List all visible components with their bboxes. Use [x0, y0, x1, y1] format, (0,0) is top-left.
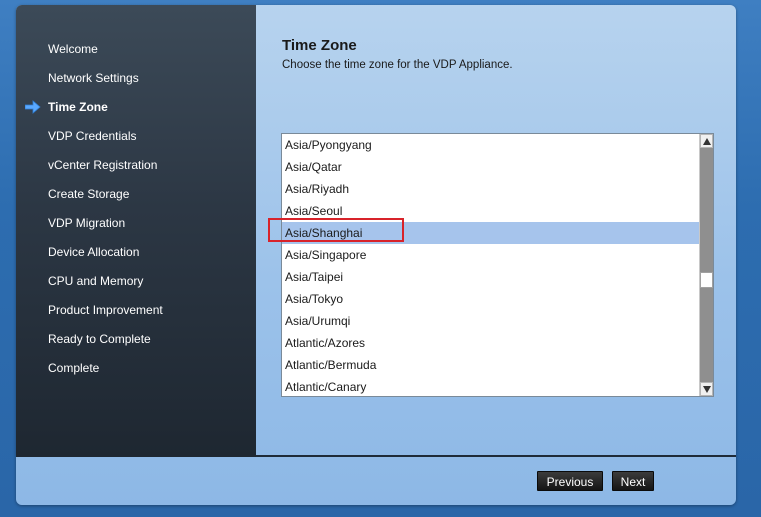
- sidebar-item-create-storage[interactable]: Create Storage: [48, 184, 129, 204]
- scroll-down-button[interactable]: [700, 382, 713, 396]
- wizard-sidebar: Welcome Network Settings Time Zone VDP C…: [16, 5, 256, 457]
- scroll-track-upper[interactable]: [700, 148, 713, 272]
- list-scrollbar[interactable]: [699, 134, 713, 396]
- sidebar-item-label: Time Zone: [48, 100, 108, 114]
- sidebar-item-label: Device Allocation: [48, 245, 140, 259]
- sidebar-item-label: Complete: [48, 361, 100, 375]
- sidebar-item-label: VDP Credentials: [48, 129, 137, 143]
- sidebar-item-time-zone[interactable]: Time Zone: [25, 97, 108, 117]
- sidebar-item-label: vCenter Registration: [48, 158, 158, 172]
- timezone-list: Asia/Pyongyang Asia/Qatar Asia/Riyadh As…: [282, 134, 701, 396]
- triangle-up-icon: [703, 138, 711, 145]
- sidebar-item-label: Product Improvement: [48, 303, 163, 317]
- list-item[interactable]: Atlantic/Bermuda: [282, 354, 701, 376]
- sidebar-item-ready-to-complete[interactable]: Ready to Complete: [48, 329, 151, 349]
- sidebar-item-cpu-and-memory[interactable]: CPU and Memory: [48, 271, 143, 291]
- next-button[interactable]: Next: [612, 471, 654, 491]
- wizard-panel: Welcome Network Settings Time Zone VDP C…: [16, 5, 736, 505]
- list-item[interactable]: Asia/Tokyo: [282, 288, 701, 310]
- sidebar-item-vdp-migration[interactable]: VDP Migration: [48, 213, 125, 233]
- sidebar-item-vcenter-registration[interactable]: vCenter Registration: [48, 155, 157, 175]
- sidebar-item-vdp-credentials[interactable]: VDP Credentials: [48, 126, 137, 146]
- footer-divider: [256, 455, 736, 457]
- previous-button[interactable]: Previous: [537, 471, 603, 491]
- list-item[interactable]: Asia/Riyadh: [282, 178, 701, 200]
- scroll-track-lower[interactable]: [700, 288, 713, 382]
- timezone-listbox[interactable]: Asia/Pyongyang Asia/Qatar Asia/Riyadh As…: [281, 133, 714, 397]
- list-item[interactable]: Asia/Pyongyang: [282, 134, 701, 156]
- sidebar-item-label: Create Storage: [48, 187, 130, 201]
- page-subtitle: Choose the time zone for the VDP Applian…: [282, 59, 513, 71]
- page-title: Time Zone: [282, 37, 357, 54]
- list-item[interactable]: Asia/Singapore: [282, 244, 701, 266]
- scroll-thumb[interactable]: [700, 272, 713, 288]
- sidebar-item-network-settings[interactable]: Network Settings: [48, 68, 139, 88]
- scroll-up-button[interactable]: [700, 134, 713, 148]
- list-item[interactable]: Asia/Qatar: [282, 156, 701, 178]
- current-step-arrow-icon: [25, 100, 41, 114]
- list-item[interactable]: Asia/Urumqi: [282, 310, 701, 332]
- sidebar-item-label: Welcome: [48, 42, 98, 56]
- list-item[interactable]: Atlantic/Canary: [282, 376, 701, 396]
- sidebar-item-welcome[interactable]: Welcome: [48, 39, 98, 59]
- annotation-highlight-box: [268, 218, 404, 242]
- sidebar-item-device-allocation[interactable]: Device Allocation: [48, 242, 139, 262]
- sidebar-item-product-improvement[interactable]: Product Improvement: [48, 300, 163, 320]
- list-item[interactable]: Atlantic/Azores: [282, 332, 701, 354]
- sidebar-item-label: Network Settings: [48, 71, 139, 85]
- list-item[interactable]: Asia/Taipei: [282, 266, 701, 288]
- sidebar-item-label: VDP Migration: [48, 216, 126, 230]
- triangle-down-icon: [703, 386, 711, 393]
- sidebar-item-label: CPU and Memory: [48, 274, 144, 288]
- sidebar-item-label: Ready to Complete: [48, 332, 151, 346]
- sidebar-item-complete[interactable]: Complete: [48, 358, 99, 378]
